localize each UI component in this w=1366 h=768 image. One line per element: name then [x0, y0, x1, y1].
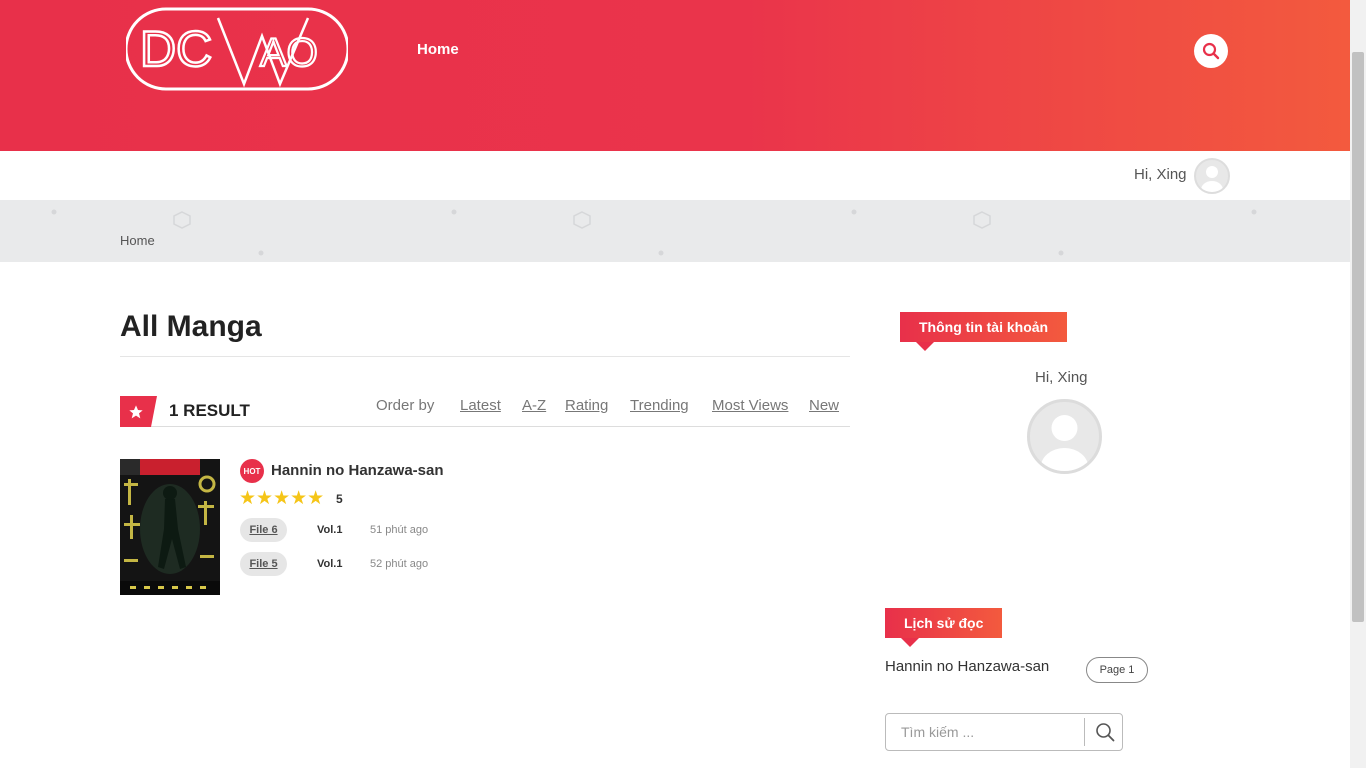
svg-text:AO: AO	[260, 31, 318, 75]
result-count: 1 RESULT	[169, 401, 250, 420]
sort-latest[interactable]: Latest	[460, 397, 501, 414]
page-scrollbar-thumb[interactable]	[1352, 52, 1364, 622]
account-greeting: Hi, Xing	[1035, 369, 1088, 386]
results-star-badge	[120, 396, 157, 427]
user-avatar-icon[interactable]	[1194, 158, 1230, 194]
history-item-title[interactable]: Hannin no Hanzawa-san	[885, 658, 1049, 675]
account-widget-title: Thông tin tài khoản	[900, 312, 1068, 351]
breadcrumb-bar	[0, 200, 1350, 262]
account-avatar-icon[interactable]	[1027, 399, 1102, 474]
hexagon-pattern-decoration	[51, 209, 1257, 256]
site-header: DC AO Home	[0, 0, 1350, 151]
search-icon	[1095, 723, 1114, 742]
sort-rating[interactable]: Rating	[565, 397, 608, 414]
nav-home-link[interactable]: Home	[417, 41, 459, 58]
chapter-time: 51 phút ago	[370, 524, 429, 536]
sort-a-z[interactable]: A-Z	[522, 397, 546, 414]
chapter-file-link[interactable]: File 6	[240, 518, 287, 542]
manga-title-link[interactable]: Hannin no Hanzawa-san	[271, 462, 444, 479]
title-divider	[120, 356, 850, 357]
order-by-label: Order by	[376, 397, 435, 414]
chapter-file-link[interactable]: File 5	[240, 552, 287, 576]
sidebar-search-input[interactable]	[886, 714, 1085, 750]
rating-value: 5	[336, 492, 343, 506]
chapter-volume: Vol.1	[317, 524, 343, 536]
sort-most-views[interactable]: Most Views	[712, 397, 788, 414]
header-search-button[interactable]	[1194, 34, 1228, 68]
sidebar-search-button[interactable]	[1086, 714, 1123, 750]
site-logo[interactable]: DC AO	[126, 6, 348, 92]
history-widget-title: Lịch sử đọc	[885, 608, 1003, 647]
page-title: All Manga	[120, 310, 262, 343]
account-widget-label: Thông tin tài khoản	[919, 319, 1049, 335]
results-toolbar: 1 RESULT Order by Latest A-Z Rating Tren…	[120, 396, 850, 427]
user-greeting[interactable]: Hi, Xing	[1134, 166, 1187, 183]
breadcrumb-home[interactable]: Home	[120, 233, 155, 248]
sort-new[interactable]: New	[809, 397, 839, 414]
rating-stars: ★★★★★	[239, 488, 325, 509]
hot-badge: HOT	[240, 459, 264, 483]
sidebar-search-form	[885, 713, 1123, 751]
search-divider	[1084, 718, 1085, 746]
search-icon	[1202, 42, 1220, 60]
svg-text:DC: DC	[140, 21, 212, 77]
history-widget-label: Lịch sử đọc	[904, 615, 984, 631]
sort-trending[interactable]: Trending	[630, 397, 689, 414]
chapter-time: 52 phút ago	[370, 558, 429, 570]
chapter-volume: Vol.1	[317, 558, 343, 570]
star-icon	[128, 404, 143, 418]
manga-cover-image[interactable]	[120, 459, 220, 595]
history-item-page[interactable]: Page 1	[1086, 657, 1148, 683]
